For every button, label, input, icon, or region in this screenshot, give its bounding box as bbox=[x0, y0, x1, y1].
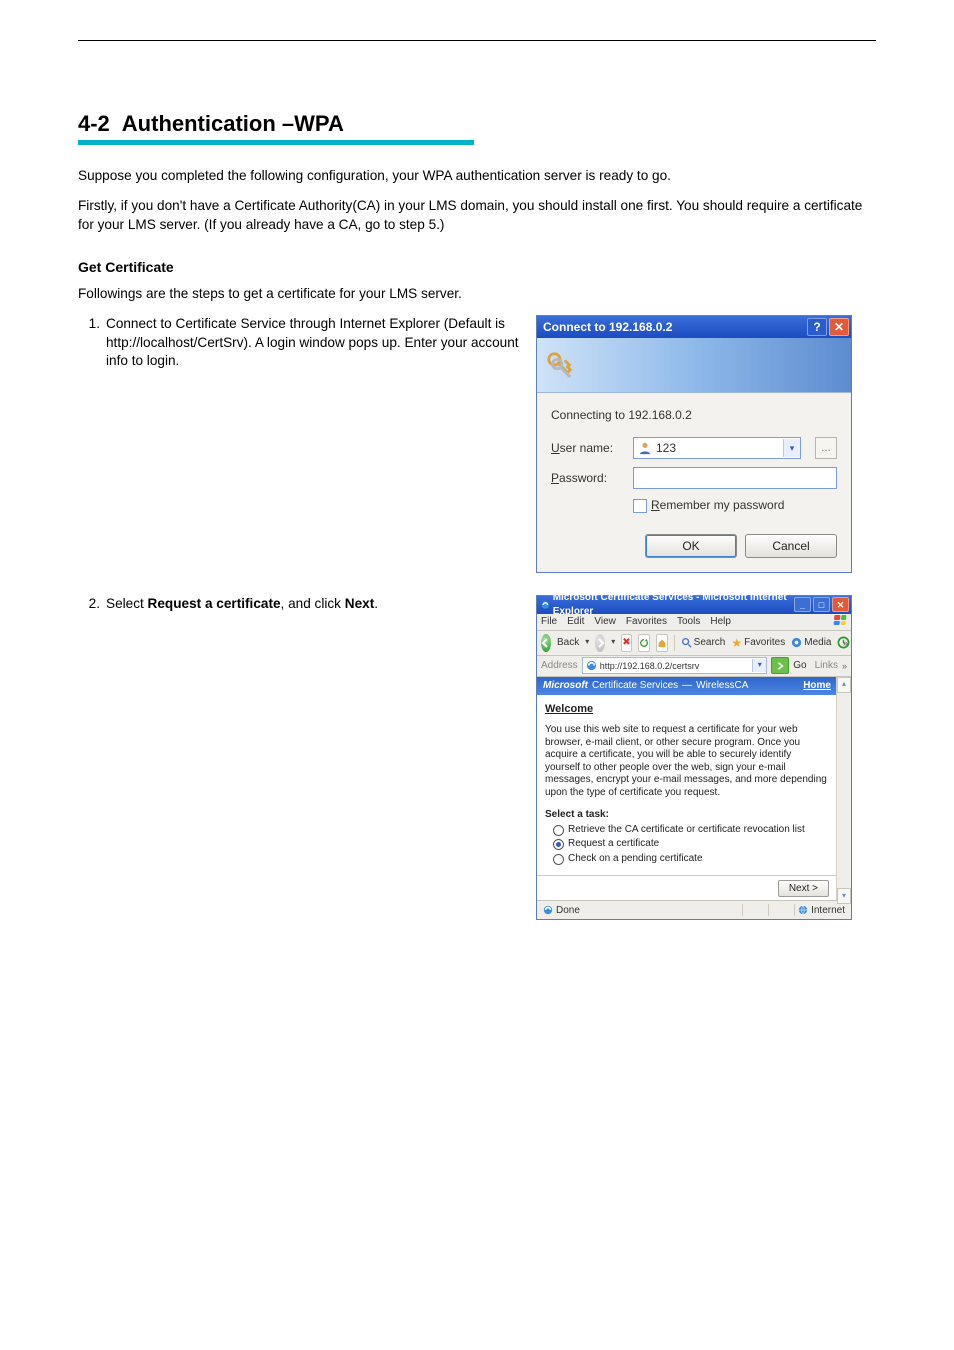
username-more-button[interactable]: … bbox=[815, 437, 837, 459]
username-label: ser name: bbox=[560, 441, 613, 455]
step1-text: Connect to Certificate Service through I… bbox=[106, 315, 526, 370]
connect-dialog-titlebar: Connect to 192.168.0.2 ? ✕ bbox=[537, 316, 851, 338]
select-task-heading: Select a task: bbox=[545, 809, 829, 822]
connect-dialog-banner bbox=[537, 338, 851, 393]
scroll-down-button[interactable]: ▾ bbox=[837, 888, 851, 904]
window-maximize-button[interactable]: □ bbox=[813, 597, 830, 612]
radio-retrieve-ca[interactable] bbox=[553, 825, 564, 836]
ie-titlebar: Microsoft Certificate Services - Microso… bbox=[537, 596, 851, 614]
username-combobox[interactable]: 123 ▾ bbox=[633, 437, 801, 459]
certsrv-banner: Microsoft Certificate Services — Wireles… bbox=[537, 677, 837, 695]
banner-svc: Certificate Services bbox=[592, 679, 678, 693]
menu-favorites[interactable]: Favorites bbox=[626, 615, 667, 629]
status-ie-icon bbox=[543, 905, 553, 915]
address-label: Address bbox=[541, 659, 578, 673]
ie-toolbar: Back ▾ ▾ ✖ bbox=[537, 631, 851, 656]
forward-dropdown[interactable]: ▾ bbox=[611, 637, 615, 648]
banner-ms: Microsoft bbox=[543, 679, 588, 693]
radio-retrieve-ca-label: Retrieve the CA certificate or certifica… bbox=[568, 824, 805, 837]
avatar-icon bbox=[638, 441, 652, 455]
ie-app-icon bbox=[541, 600, 550, 610]
section-number: 4-2 bbox=[78, 111, 110, 137]
back-button[interactable] bbox=[541, 634, 551, 652]
cancel-button[interactable]: Cancel bbox=[745, 534, 837, 558]
stop-button[interactable]: ✖ bbox=[621, 634, 631, 652]
back-label[interactable]: Back bbox=[557, 636, 579, 650]
media-label: Media bbox=[804, 636, 831, 650]
favorites-label: Favorites bbox=[744, 636, 785, 650]
ok-button[interactable]: OK bbox=[645, 534, 737, 558]
links-label[interactable]: Links bbox=[815, 659, 838, 673]
step1-num: 1. bbox=[78, 315, 100, 370]
step2-num: 2. bbox=[78, 595, 100, 613]
status-zone: Internet bbox=[811, 904, 845, 918]
welcome-heading: Welcome bbox=[545, 703, 829, 717]
status-done: Done bbox=[556, 904, 580, 918]
star-icon: ★ bbox=[731, 635, 742, 651]
connect-dialog: Connect to 192.168.0.2 ? ✕ bbox=[536, 315, 852, 572]
window-minimize-button[interactable]: _ bbox=[794, 597, 811, 612]
intro-para-1: Suppose you completed the following conf… bbox=[78, 167, 876, 185]
radio-check-pending[interactable] bbox=[553, 854, 564, 865]
links-overflow[interactable]: » bbox=[842, 660, 847, 672]
forward-button[interactable] bbox=[595, 634, 605, 652]
certsrv-footer: Next > bbox=[537, 875, 837, 900]
username-value: 123 bbox=[656, 440, 676, 456]
back-dropdown[interactable]: ▾ bbox=[585, 637, 589, 648]
subhead-followings: Followings are the steps to get a certif… bbox=[78, 285, 876, 303]
username-dropdown-button[interactable]: ▾ bbox=[783, 439, 800, 457]
go-button[interactable] bbox=[771, 657, 789, 674]
connecting-text: Connecting to 192.168.0.2 bbox=[551, 407, 837, 423]
menu-edit[interactable]: Edit bbox=[567, 615, 584, 629]
ie-addressbar: Address http://192.168.0.2/certsrv ▾ Go bbox=[537, 656, 851, 677]
window-close-button[interactable]: ✕ bbox=[832, 597, 849, 612]
search-label: Search bbox=[694, 636, 726, 650]
address-input[interactable]: http://192.168.0.2/certsrv ▾ bbox=[582, 657, 768, 674]
menu-file[interactable]: File bbox=[541, 615, 557, 629]
menu-help[interactable]: Help bbox=[710, 615, 731, 629]
scroll-up-button[interactable]: ▴ bbox=[837, 677, 851, 693]
banner-ca-name: WirelessCA bbox=[696, 679, 748, 693]
go-label: Go bbox=[793, 659, 806, 673]
titlebar-close-button[interactable]: ✕ bbox=[829, 318, 849, 336]
radio-check-pending-label: Check on a pending certificate bbox=[568, 853, 703, 866]
password-label: assword: bbox=[559, 471, 607, 485]
keys-icon bbox=[545, 350, 575, 380]
windows-flag-icon bbox=[834, 615, 848, 627]
subhead-get-cert: Get Certificate bbox=[78, 258, 876, 277]
home-link[interactable]: Home bbox=[803, 679, 831, 693]
ie-page-icon bbox=[586, 660, 597, 671]
favorites-button[interactable]: ★ Favorites bbox=[731, 635, 785, 651]
ie-menubar: File Edit View Favorites Tools Help bbox=[537, 614, 851, 631]
page-top-rule bbox=[78, 40, 876, 41]
ie-window: Microsoft Certificate Services - Microso… bbox=[536, 595, 852, 921]
titlebar-help-button[interactable]: ? bbox=[807, 318, 827, 336]
media-button[interactable]: Media bbox=[791, 636, 831, 650]
welcome-blurb: You use this web site to request a certi… bbox=[545, 724, 829, 799]
globe-icon bbox=[798, 905, 808, 915]
home-button[interactable] bbox=[656, 634, 668, 652]
ie-content-area: ▴ ▾ Microsoft Certificate Services — Wir… bbox=[537, 677, 851, 901]
menu-view[interactable]: View bbox=[594, 615, 616, 629]
refresh-button[interactable] bbox=[638, 634, 650, 652]
ie-statusbar: Done Internet bbox=[537, 900, 851, 919]
address-value: http://192.168.0.2/certsrv bbox=[600, 660, 700, 672]
toolbar-overflow[interactable]: » bbox=[843, 637, 848, 649]
search-button[interactable]: Search bbox=[681, 636, 726, 650]
radio-request-cert[interactable] bbox=[553, 839, 564, 850]
accent-rule bbox=[78, 140, 474, 145]
password-input[interactable] bbox=[633, 467, 837, 489]
menu-tools[interactable]: Tools bbox=[677, 615, 700, 629]
address-dropdown[interactable]: ▾ bbox=[752, 659, 766, 672]
next-button[interactable]: Next > bbox=[778, 880, 829, 898]
remember-checkbox[interactable] bbox=[633, 499, 647, 513]
step2-text: Select Request a certificate, and click … bbox=[106, 595, 526, 613]
vertical-scrollbar[interactable]: ▴ ▾ bbox=[836, 677, 851, 901]
section-title: Authentication –WPA bbox=[122, 111, 344, 137]
intro-para-2: Firstly, if you don't have a Certificate… bbox=[78, 197, 876, 234]
radio-request-cert-label: Request a certificate bbox=[568, 838, 659, 851]
connect-dialog-title: Connect to 192.168.0.2 bbox=[543, 319, 672, 335]
remember-label: emember my password bbox=[660, 498, 785, 512]
